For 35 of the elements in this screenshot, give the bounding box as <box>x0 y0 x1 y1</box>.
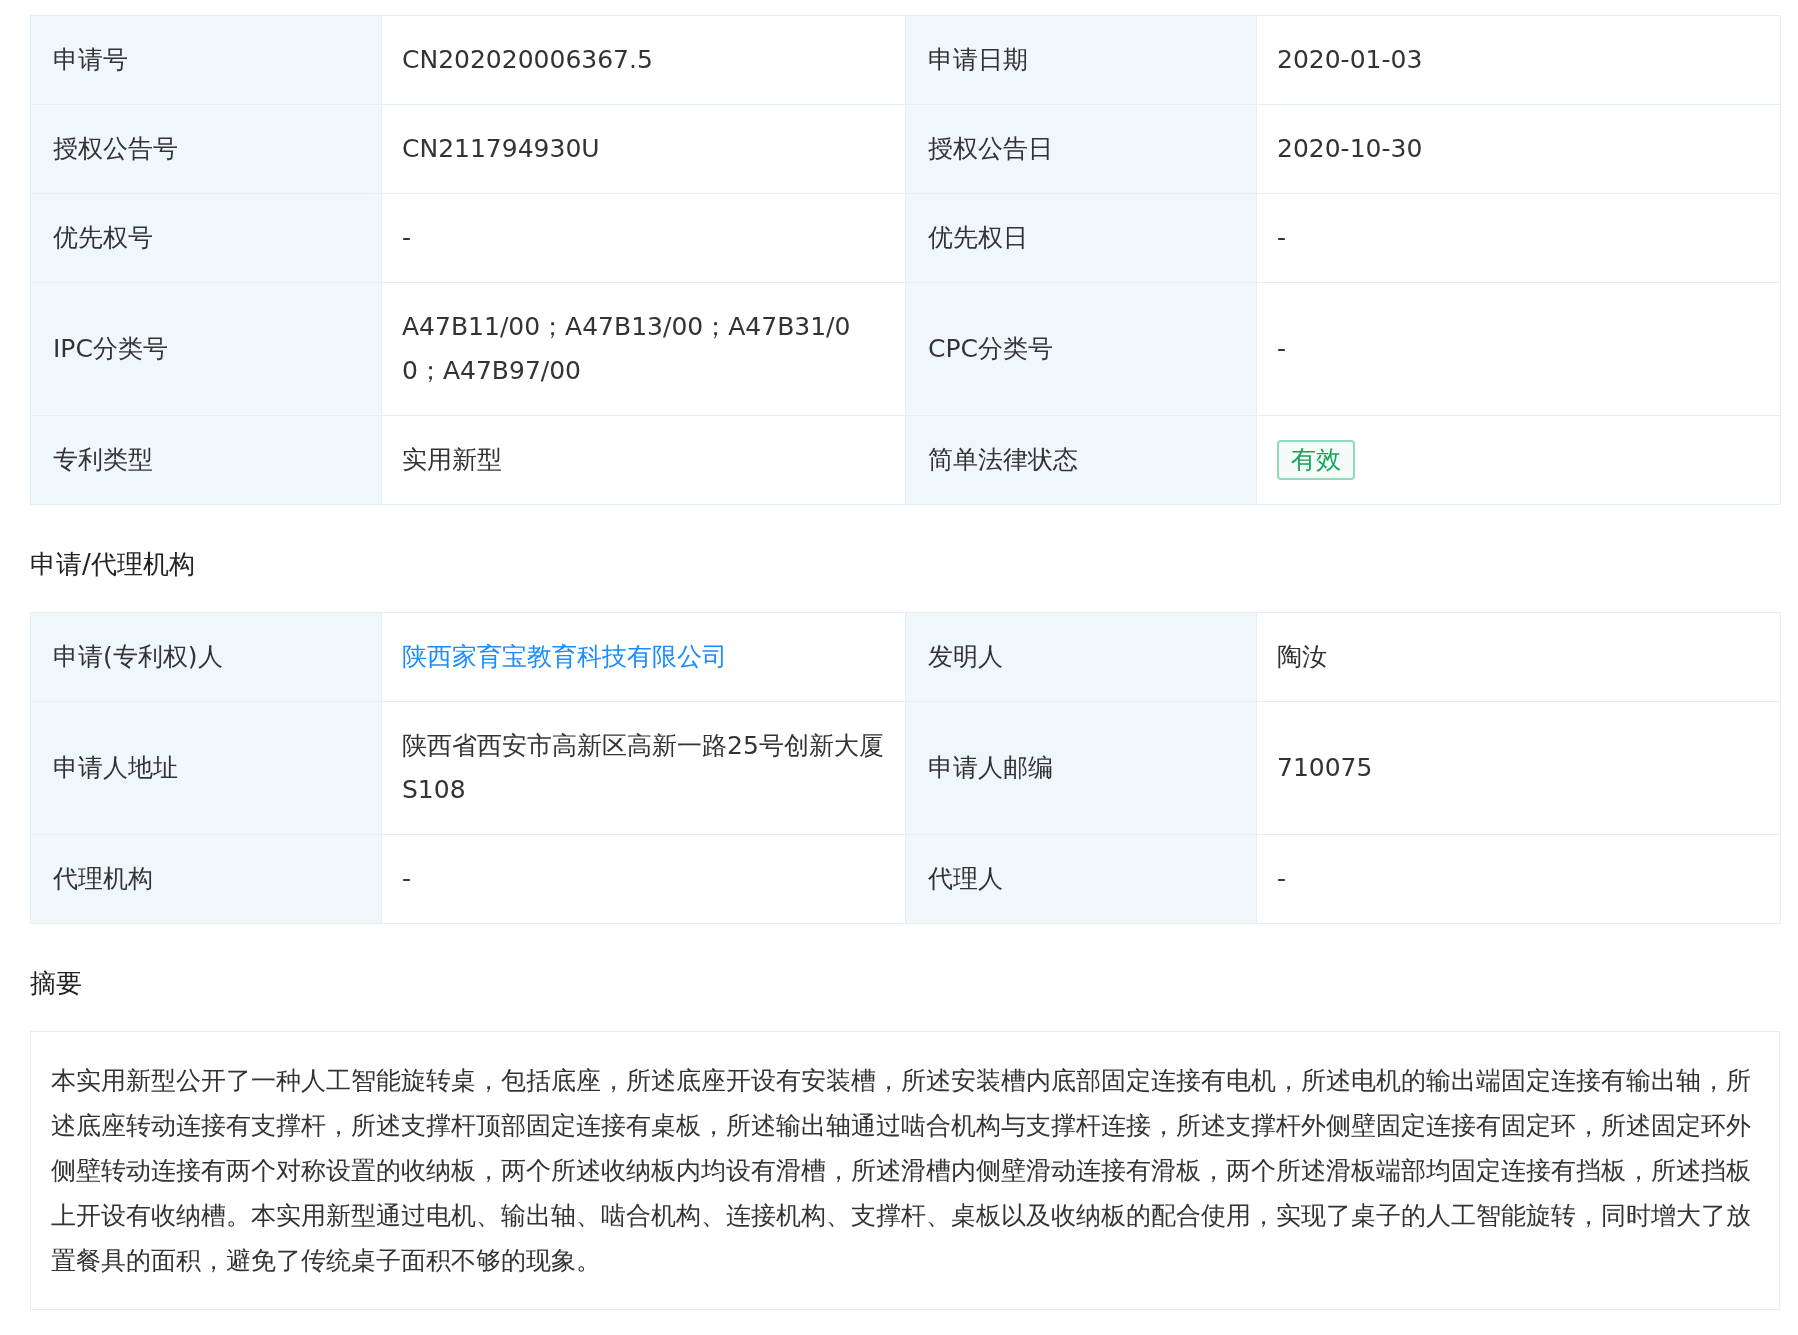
field-value: 710075 <box>1277 752 1373 784</box>
field-label: 申请人邮编 <box>928 752 1053 784</box>
section-heading: 申请/代理机构 <box>30 548 196 581</box>
field-label: 发明人 <box>928 641 1003 673</box>
field-label: 优先权号 <box>53 222 153 254</box>
field-value: A47B11/00；A47B13/00；A47B31/00；A47B97/00 <box>402 311 852 387</box>
field-label: 专利类型 <box>53 444 153 476</box>
field-value: 2020-10-30 <box>1277 133 1423 165</box>
field-value: - <box>402 863 412 895</box>
field-value: - <box>1277 333 1287 365</box>
field-value: - <box>1277 222 1287 254</box>
field-value: 实用新型 <box>402 444 502 476</box>
field-value: 陕西省西安市高新区高新一路25号创新大厦S108 <box>402 730 885 806</box>
field-label: IPC分类号 <box>53 333 168 365</box>
field-label: 优先权日 <box>928 222 1028 254</box>
field-label: 授权公告号 <box>53 133 178 165</box>
field-value: CN202020006367.5 <box>402 44 653 76</box>
field-value: CN211794930U <box>402 133 600 165</box>
field-label: 申请日期 <box>928 44 1028 76</box>
field-value: - <box>402 222 412 254</box>
abstract-text: 本实用新型公开了一种人工智能旋转桌，包括底座，所述底座开设有安装槽，所述安装槽内底部固定连接有电机，所述电机的输出端固定连接有输出轴，所述底座转动连接有支撑杆，所述支撑杆顶部固定连接有桌板，所述输出轴通过啮合机构与支撑杆连接，所述支撑杆外侧壁固定连接有固定环，所述固定环外侧壁转动连接有两个对称设置的收纳板，两个所述收纳板内均设有滑槽，所述滑槽内侧壁滑动连接有滑板，两个所述滑板端部均固定连接有挡板，所述挡板上开设有收纳槽。本实用新型通过电机、输出轴、啮合机构、连接机构、支撑杆、桌板以及收纳板的配合使用，实现了桌子的人工智能旋转，同时增大了放置餐具的面积，避免了传统桌子面积不够的现象。 <box>51 1065 1752 1277</box>
field-value: - <box>1277 863 1287 895</box>
field-label: 申请(专利权)人 <box>53 641 223 673</box>
field-label: 申请号 <box>53 44 128 76</box>
applicant-link[interactable]: 陕西家育宝教育科技有限公司 <box>402 635 727 679</box>
field-value: 陶汝 <box>1277 641 1327 673</box>
status-badge: 有效 <box>1277 440 1355 480</box>
field-label: 代理人 <box>928 863 1003 895</box>
field-label: CPC分类号 <box>928 333 1053 365</box>
field-label: 申请人地址 <box>53 752 178 784</box>
field-label: 简单法律状态 <box>928 444 1078 476</box>
field-label: 授权公告日 <box>928 133 1053 165</box>
field-label: 代理机构 <box>53 863 153 895</box>
section-heading: 摘要 <box>30 967 83 1000</box>
field-value: 2020-01-03 <box>1277 44 1423 76</box>
